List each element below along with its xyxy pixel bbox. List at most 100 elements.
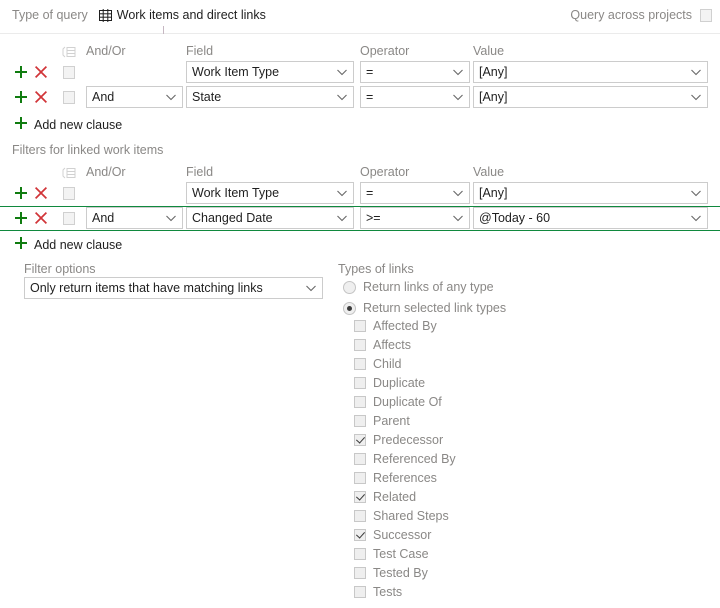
radio-return-selected-links[interactable]: Return selected link types [343,301,506,315]
value-dropdown[interactable]: @Today - 60 [473,207,708,229]
delete-clause-icon[interactable] [33,64,49,80]
group-clauses-icon[interactable] [62,167,76,179]
link-type-predecessor[interactable]: Predecessor [354,433,443,447]
chevron-down-icon [689,211,703,225]
link-type-shared-steps[interactable]: Shared Steps [354,509,449,523]
radio-return-selected-links-label: Return selected link types [363,301,507,315]
value-value: [Any] [479,186,508,200]
query-across-projects-checkbox[interactable] [700,8,712,22]
operator-value: = [366,186,374,200]
clause-select-checkbox[interactable] [63,91,75,104]
delete-clause-icon[interactable] [33,210,49,226]
clause-select-checkbox[interactable] [63,187,75,200]
operator-dropdown[interactable]: = [360,61,470,83]
column-header-field: Field [186,165,214,179]
chevron-down-icon [451,211,465,225]
delete-clause-icon[interactable] [33,89,49,105]
query-type-label: Type of query [12,8,88,22]
column-header-value: Value [473,165,505,179]
link-type-label: Duplicate Of [373,395,442,409]
add-new-clause-button-top[interactable]: Add new clause [13,115,122,134]
radio-return-any-link[interactable]: Return links of any type [343,280,494,294]
link-type-affected-by[interactable]: Affected By [354,319,437,333]
chevron-down-icon [335,90,349,104]
andor-value: And [92,211,115,225]
andor-dropdown[interactable]: And [86,86,183,108]
value-dropdown[interactable]: [Any] [473,86,708,108]
link-type-label: Related [373,490,417,504]
clause-select-checkbox[interactable] [63,212,75,225]
operator-dropdown[interactable]: = [360,182,470,204]
link-type-label: Tested By [373,566,428,580]
link-type-label: Referenced By [373,452,456,466]
delete-clause-icon[interactable] [33,185,49,201]
clause-row[interactable]: And State = [Any] [0,85,720,110]
checkbox-icon [354,472,366,484]
value-value: [Any] [479,65,508,79]
link-type-tests[interactable]: Tests [354,585,402,599]
chevron-down-icon [451,90,465,104]
value-dropdown[interactable]: [Any] [473,61,708,83]
link-type-duplicate-of[interactable]: Duplicate Of [354,395,442,409]
add-new-clause-button-linked[interactable]: Add new clause [13,235,122,254]
link-type-tested-by[interactable]: Tested By [354,566,428,580]
link-type-label: Child [373,357,402,371]
clause-row[interactable]: And Changed Date >= @Today - 60 [0,206,720,231]
column-header-operator: Operator [360,165,410,179]
operator-dropdown[interactable]: >= [360,207,470,229]
link-type-affects[interactable]: Affects [354,338,411,352]
chevron-down-icon [335,186,349,200]
checkbox-icon [354,339,366,351]
clause-select-checkbox[interactable] [63,66,75,79]
field-dropdown[interactable]: Work Item Type [186,61,354,83]
operator-value: = [366,65,374,79]
query-type-bar: Type of query Work items and direct link… [0,0,720,30]
radio-icon [343,280,356,294]
checkbox-icon [354,415,366,427]
link-type-child[interactable]: Child [354,357,402,371]
link-type-referenced-by[interactable]: Referenced By [354,452,456,466]
filter-options-label: Filter options [24,262,96,276]
field-dropdown[interactable]: Changed Date [186,207,354,229]
link-type-label: Predecessor [373,433,444,447]
query-across-projects-label: Query across projects [570,8,692,22]
radio-icon [343,301,356,315]
header-divider [0,33,720,34]
chevron-down-icon [689,65,703,79]
andor-dropdown[interactable]: And [86,207,183,229]
value-dropdown[interactable]: [Any] [473,182,708,204]
linked-clauses-section: And/Or Field Operator Value Work Item Ty… [0,165,720,235]
link-type-test-case[interactable]: Test Case [354,547,429,561]
query-type-value-group[interactable]: Work items and direct links [98,8,266,23]
group-clauses-icon[interactable] [62,46,76,58]
clause-row[interactable]: Work Item Type = [Any] [0,181,720,206]
query-across-projects-group[interactable]: Query across projects [570,8,712,22]
operator-value: >= [366,211,381,225]
link-type-references[interactable]: References [354,471,437,485]
clause-row[interactable]: Work Item Type = [Any] [0,60,720,85]
filter-options-dropdown[interactable]: Only return items that have matching lin… [24,277,323,299]
add-clause-icon[interactable] [13,89,29,105]
link-type-successor[interactable]: Successor [354,528,431,542]
checkbox-icon [354,548,366,560]
value-value: @Today - 60 [479,211,551,225]
field-dropdown[interactable]: State [186,86,354,108]
filter-options-value: Only return items that have matching lin… [30,281,263,295]
link-type-label: Affected By [373,319,437,333]
add-clause-icon[interactable] [13,210,29,226]
checkbox-icon [354,529,366,541]
add-clause-icon[interactable] [13,64,29,80]
chevron-down-icon [689,90,703,104]
andor-value: And [92,90,115,104]
link-type-duplicate[interactable]: Duplicate [354,376,425,390]
chevron-down-icon [164,211,178,225]
add-new-clause-label: Add new clause [34,117,123,132]
operator-dropdown[interactable]: = [360,86,470,108]
link-type-parent[interactable]: Parent [354,414,410,428]
field-value: Changed Date [192,211,273,225]
add-clause-icon[interactable] [13,185,29,201]
checkbox-icon [354,396,366,408]
chevron-down-icon [451,65,465,79]
field-dropdown[interactable]: Work Item Type [186,182,354,204]
link-type-related[interactable]: Related [354,490,416,504]
